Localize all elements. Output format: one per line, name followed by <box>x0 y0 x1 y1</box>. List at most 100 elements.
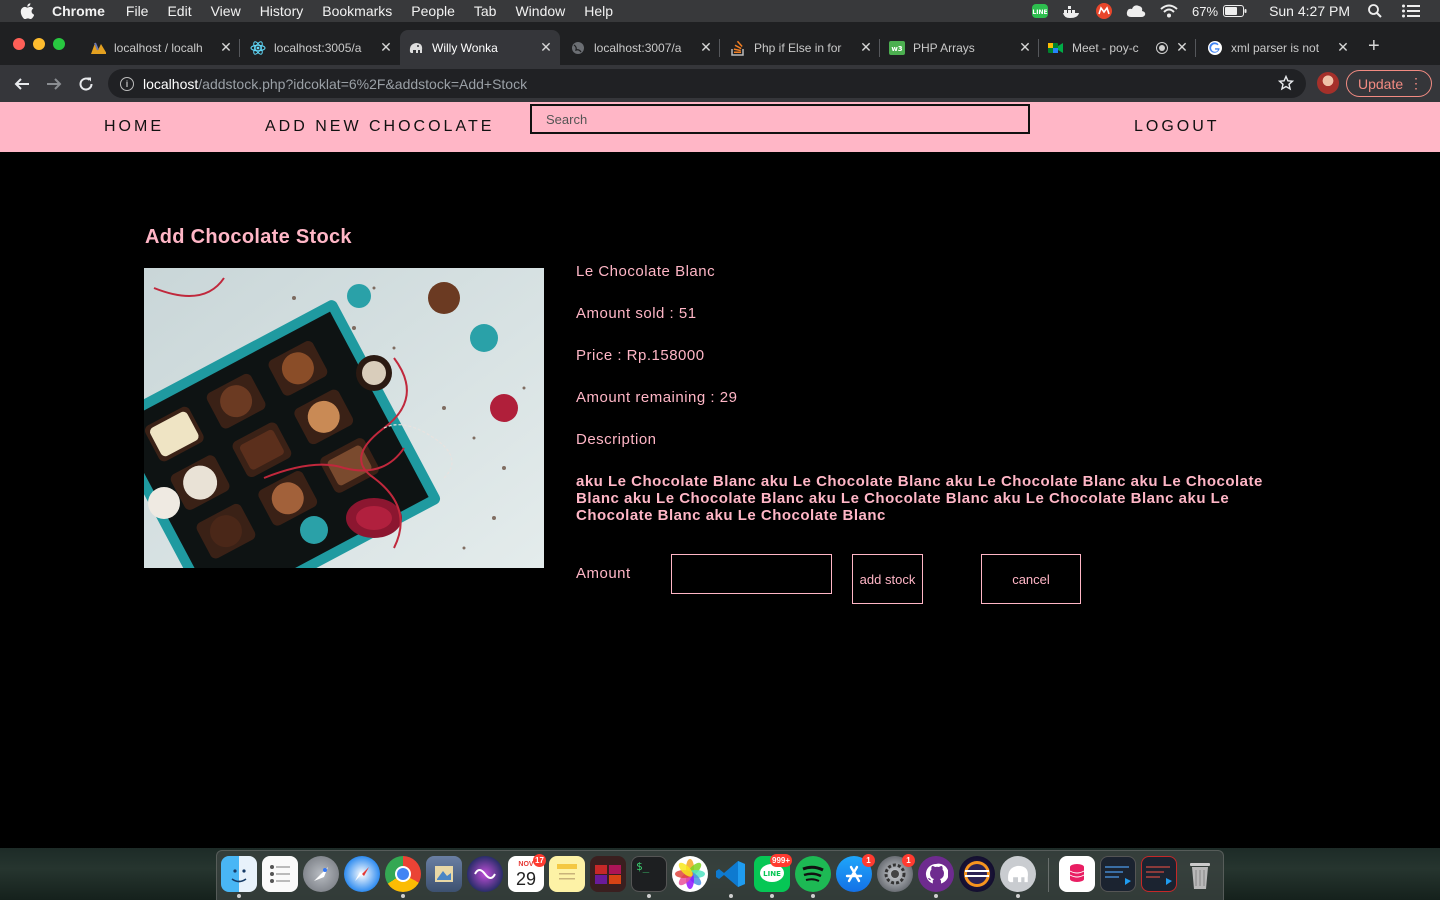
menu-tab[interactable]: Tab <box>474 0 497 22</box>
vscode-window-2-icon[interactable] <box>1141 856 1177 892</box>
close-tab-icon[interactable]: ✕ <box>858 39 874 56</box>
new-tab-icon[interactable]: + <box>1368 36 1380 56</box>
notification-center-icon[interactable] <box>1402 4 1420 18</box>
tab-php-arrays[interactable]: w3 PHP Arrays ✕ <box>881 30 1039 65</box>
elephant-icon <box>408 40 424 56</box>
database-document-icon[interactable] <box>1059 856 1095 892</box>
menubar-clock[interactable]: Sun 4:27 PM <box>1269 3 1350 19</box>
tab-title: localhost / localh <box>114 40 203 55</box>
trash-icon[interactable] <box>1182 856 1218 892</box>
tab-title: Willy Wonka <box>432 40 498 55</box>
calendar-month: NOV <box>518 860 534 868</box>
vscode-icon[interactable] <box>713 856 749 892</box>
tableplus-elephant-icon[interactable] <box>1000 856 1036 892</box>
menu-people[interactable]: People <box>411 0 455 22</box>
close-tab-icon[interactable]: ✕ <box>698 39 714 56</box>
amount-remaining: Amount remaining : 29 <box>576 389 738 406</box>
site-info-icon[interactable]: i <box>120 76 134 91</box>
profile-avatar[interactable] <box>1317 72 1339 94</box>
product-description: aku Le Chocolate Blanc aku Le Chocolate … <box>576 473 1263 524</box>
description-label: Description <box>576 431 657 448</box>
svg-text:LINE: LINE <box>1032 9 1047 16</box>
nav-logout-link[interactable]: LOGOUT <box>1134 118 1220 136</box>
battery-icon[interactable] <box>1223 5 1247 17</box>
chrome-icon[interactable] <box>385 856 421 892</box>
spotify-icon[interactable] <box>795 856 831 892</box>
menu-window[interactable]: Window <box>515 0 565 22</box>
spotlight-search-icon[interactable] <box>1368 4 1382 18</box>
fullscreen-window-button[interactable] <box>53 38 65 50</box>
github-desktop-icon[interactable] <box>918 856 954 892</box>
tab-stackoverflow[interactable]: Php if Else in for ✕ <box>722 30 880 65</box>
close-tab-icon[interactable]: ✕ <box>1017 39 1033 56</box>
menu-app-name[interactable]: Chrome <box>52 0 105 22</box>
menu-bookmarks[interactable]: Bookmarks <box>322 0 392 22</box>
tab-phpmyadmin[interactable]: localhost / localh ✕ <box>82 30 240 65</box>
amount-input[interactable] <box>671 554 832 594</box>
app-store-badge: 1 <box>862 854 875 867</box>
calendar-badge: 17 <box>533 854 546 867</box>
tab-google-meet[interactable]: Meet - poy-c ✕ <box>1040 30 1196 65</box>
amount-sold: Amount sold : 51 <box>576 305 697 322</box>
cancel-button[interactable]: cancel <box>981 554 1081 604</box>
battery-percent: 67% <box>1192 3 1219 19</box>
photos-icon[interactable] <box>672 856 708 892</box>
close-tab-icon[interactable]: ✕ <box>378 39 394 56</box>
tab-localhost-3005[interactable]: localhost:3005/a ✕ <box>242 30 400 65</box>
address-bar[interactable]: i localhost /addstock.php?idcoklat=6%2F&… <box>108 69 1306 98</box>
close-tab-icon[interactable]: ✕ <box>1335 39 1351 56</box>
add-stock-button[interactable]: add stock <box>852 554 923 604</box>
menu-history[interactable]: History <box>260 0 304 22</box>
eclipse-icon[interactable] <box>959 856 995 892</box>
notes-list-icon[interactable] <box>262 856 298 892</box>
stackoverflow-icon <box>730 40 746 56</box>
menu-help[interactable]: Help <box>584 0 613 22</box>
preview-icon[interactable] <box>426 856 462 892</box>
tab-localhost-3007[interactable]: localhost:3007/a ✕ <box>562 30 720 65</box>
notes-icon[interactable] <box>549 856 585 892</box>
chrome-update-button[interactable]: Update ⋮ <box>1346 70 1432 97</box>
page-content: HOME ADD NEW CHOCOLATE LOGOUT Add Chocol… <box>0 102 1440 848</box>
vscode-window-icon[interactable] <box>1100 856 1136 892</box>
more-menu-icon[interactable]: ⋮ <box>1409 76 1423 90</box>
tab-title: PHP Arrays <box>913 40 975 55</box>
bookmark-star-icon[interactable] <box>1277 74 1295 96</box>
site-navbar: HOME ADD NEW CHOCOLATE LOGOUT <box>0 102 1440 152</box>
safari-icon[interactable] <box>344 856 380 892</box>
close-tab-icon[interactable]: ✕ <box>218 39 234 56</box>
google-meet-icon <box>1048 40 1064 56</box>
finder-icon[interactable] <box>221 856 257 892</box>
reload-icon[interactable] <box>76 74 96 94</box>
siri-icon[interactable] <box>467 856 503 892</box>
chocolate-product-image <box>144 268 544 568</box>
menu-file[interactable]: File <box>126 0 149 22</box>
search-input[interactable] <box>530 104 1030 134</box>
photo-booth-icon[interactable] <box>590 856 626 892</box>
docker-icon[interactable] <box>1062 4 1082 18</box>
close-tab-icon[interactable]: ✕ <box>538 39 554 56</box>
nav-add-new-chocolate-link[interactable]: ADD NEW CHOCOLATE <box>265 118 494 136</box>
line-status-icon[interactable]: LINE <box>1032 4 1049 18</box>
tab-willy-wonka[interactable]: Willy Wonka ✕ <box>400 30 560 65</box>
google-icon <box>1207 40 1223 56</box>
cloud-icon[interactable] <box>1126 4 1146 18</box>
mcafee-icon[interactable] <box>1096 3 1113 19</box>
back-arrow-icon[interactable] <box>12 74 32 94</box>
tab-title: localhost:3005/a <box>274 40 362 55</box>
tab-google-search[interactable]: xml parser is not ✕ <box>1199 30 1357 65</box>
minimize-window-button[interactable] <box>33 38 45 50</box>
forward-arrow-icon[interactable] <box>44 74 64 94</box>
window-controls <box>13 38 73 50</box>
menubar-status-area: LINE 67% Sun 4:27 PM <box>1018 0 1440 22</box>
terminal-icon[interactable]: $_ <box>631 856 667 892</box>
launchpad-icon[interactable] <box>303 856 339 892</box>
menu-edit[interactable]: Edit <box>167 0 191 22</box>
w3schools-icon: w3 <box>889 40 905 56</box>
nav-home-link[interactable]: HOME <box>104 118 164 136</box>
menu-view[interactable]: View <box>211 0 241 22</box>
close-tab-icon[interactable]: ✕ <box>1174 39 1190 56</box>
url-path: /addstock.php?idcoklat=6%2F&addstock=Add… <box>198 75 528 92</box>
wifi-icon[interactable] <box>1160 4 1178 18</box>
apple-icon[interactable] <box>20 3 34 19</box>
close-window-button[interactable] <box>13 38 25 50</box>
